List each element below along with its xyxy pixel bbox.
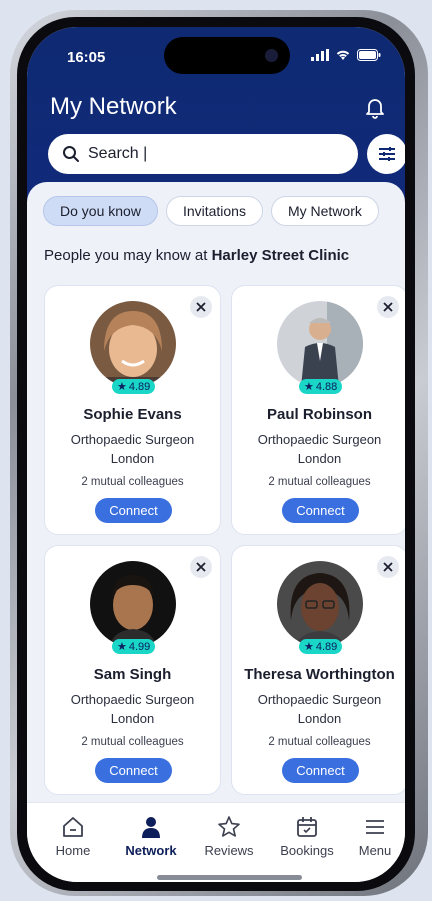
person-card: ★ 4.89 Sophie Evans Orthopaedic Surgeon L… [44, 285, 221, 535]
connect-button[interactable]: Connect [282, 758, 359, 783]
header: 16:05 My Network Search | [27, 27, 405, 205]
home-icon [63, 817, 83, 837]
rating-badge: ★ 4.89 [299, 639, 343, 654]
notifications-button[interactable] [365, 97, 385, 124]
connect-button[interactable]: Connect [95, 498, 172, 523]
wifi-icon [336, 50, 350, 60]
section-heading: People you may know at Harley Street Cli… [44, 247, 349, 264]
nav-bookings[interactable]: Bookings [272, 815, 342, 858]
clinic-name: Harley Street Clinic [211, 247, 350, 264]
rating-value: 4.88 [315, 380, 338, 393]
person-icon [142, 817, 160, 838]
camera-icon [265, 49, 278, 62]
nav-reviews[interactable]: Reviews [194, 815, 264, 858]
rating-value: 4.89 [128, 380, 151, 393]
mutual-colleagues: 2 mutual colleagues [268, 476, 371, 488]
sliders-icon [379, 147, 395, 161]
connect-button[interactable]: Connect [282, 498, 359, 523]
rating-badge: ★ 4.99 [112, 639, 156, 654]
bell-icon [366, 99, 384, 119]
nav-menu[interactable]: Menu [350, 815, 400, 858]
avatar [90, 301, 176, 387]
status-time: 16:05 [67, 49, 106, 66]
rating-value: 4.99 [128, 640, 151, 653]
mutual-colleagues: 2 mutual colleagues [81, 736, 184, 748]
menu-icon [366, 820, 384, 834]
dynamic-island [164, 37, 290, 74]
section-prefix: People you may know at [44, 247, 212, 264]
star-icon: ★ [117, 641, 127, 653]
close-icon [196, 302, 206, 312]
screen: 16:05 My Network Search | Do you know In… [27, 27, 405, 882]
person-card: ★ 4.99 Sam Singh Orthopaedic Surgeon Lond… [44, 545, 221, 795]
nav-home[interactable]: Home [38, 815, 108, 858]
search-icon [63, 146, 79, 162]
avatar [90, 561, 176, 647]
dismiss-button[interactable] [190, 556, 212, 578]
status-icons [311, 49, 381, 61]
rating-badge: ★ 4.89 [112, 379, 156, 394]
star-icon: ★ [117, 381, 127, 393]
person-card: ★ 4.88 Paul Robinson Orthopaedic Surgeon … [231, 285, 405, 535]
dismiss-button[interactable] [377, 296, 399, 318]
person-role: Orthopaedic Surgeon [70, 692, 195, 707]
nav-label: Reviews [204, 843, 254, 858]
avatar [277, 561, 363, 647]
filter-button[interactable] [367, 134, 405, 174]
close-icon [383, 302, 393, 312]
content-area: Do you know Invitations My Network Peopl… [27, 182, 405, 802]
home-indicator [157, 875, 302, 880]
person-name: Sophie Evans [83, 406, 182, 423]
person-role: Orthopaedic Surgeon [257, 692, 382, 707]
avatar [277, 301, 363, 387]
person-name: Theresa Worthington [244, 666, 395, 683]
tab-bar: Do you know Invitations My Network [43, 196, 379, 226]
person-location: London [110, 711, 155, 726]
dismiss-button[interactable] [377, 556, 399, 578]
person-role: Orthopaedic Surgeon [257, 432, 382, 447]
rating-value: 4.89 [315, 640, 338, 653]
nav-label: Home [55, 843, 91, 858]
close-icon [383, 562, 393, 572]
nav-label: Menu [358, 843, 392, 858]
search-text: Search | [88, 145, 148, 162]
tab-do-you-know[interactable]: Do you know [43, 196, 158, 226]
star-icon: ★ [304, 381, 314, 393]
person-name: Paul Robinson [267, 406, 372, 423]
mutual-colleagues: 2 mutual colleagues [268, 736, 371, 748]
person-location: London [110, 451, 155, 466]
person-card: ★ 4.89 Theresa Worthington Orthopaedic Su… [231, 545, 405, 795]
close-icon [196, 562, 206, 572]
tab-my-network[interactable]: My Network [270, 196, 379, 226]
tab-invitations[interactable]: Invitations [165, 196, 263, 226]
mutual-colleagues: 2 mutual colleagues [81, 476, 184, 488]
connect-button[interactable]: Connect [95, 758, 172, 783]
page-title: My Network [50, 93, 177, 120]
star-icon: ★ [304, 641, 314, 653]
dismiss-button[interactable] [190, 296, 212, 318]
person-location: London [297, 451, 342, 466]
person-role: Orthopaedic Surgeon [70, 432, 195, 447]
calendar-icon [297, 817, 317, 837]
person-name: Sam Singh [93, 666, 172, 683]
rating-badge: ★ 4.88 [299, 379, 343, 394]
battery-icon [357, 49, 381, 61]
person-location: London [297, 711, 342, 726]
search-input[interactable]: Search | [48, 134, 358, 174]
star-icon [218, 816, 240, 837]
bottom-nav: Home Network Reviews Bookings Menu [27, 802, 405, 882]
nav-label: Network [125, 843, 177, 858]
nav-label: Bookings [280, 843, 334, 858]
nav-network[interactable]: Network [116, 815, 186, 858]
signal-icon [311, 49, 329, 61]
